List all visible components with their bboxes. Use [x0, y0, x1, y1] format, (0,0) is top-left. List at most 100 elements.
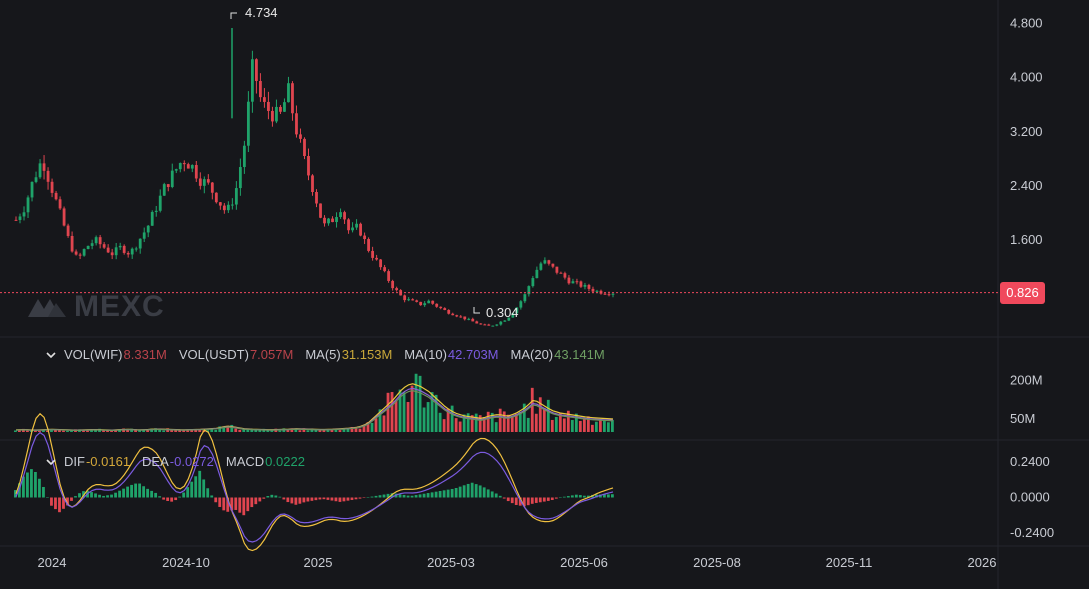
macd-histogram-bar: [406, 495, 410, 498]
candle-body: [238, 167, 242, 189]
candle-body: [523, 294, 527, 302]
candle-body: [226, 204, 230, 211]
price-y-tick: 3.200: [1010, 124, 1043, 139]
macd-histogram-bar: [42, 486, 45, 498]
candle-body: [170, 170, 174, 187]
volume-legend: VOL(WIF) 8.331M VOL(USDT) 7.057M MA(5) 31.153…: [44, 347, 617, 362]
candle-body: [222, 205, 226, 211]
macd-histogram-bar: [270, 494, 274, 498]
macd-histogram-bar: [194, 476, 198, 498]
candle-body: [423, 303, 427, 306]
macd-histogram-bar: [346, 497, 350, 501]
candle-body: [335, 217, 338, 223]
x-tick: 2025-08: [693, 555, 741, 570]
volume-bar: [186, 430, 190, 432]
low-marker: 0.304: [473, 305, 519, 320]
candle-body: [323, 217, 326, 224]
macd-histogram-bar: [210, 495, 214, 498]
macd-histogram-bar: [118, 490, 121, 498]
candle-body: [471, 318, 475, 322]
volume-bar: [606, 422, 610, 432]
macd-histogram-bar: [26, 472, 29, 498]
chevron-down-icon[interactable]: [44, 348, 58, 362]
macd-histogram-bar: [378, 495, 382, 498]
macd-legend: DIF -0.0161 DEA -0.0272 MACD 0.0222: [44, 454, 317, 469]
candle-body: [447, 310, 451, 314]
macd-histogram-bar: [186, 487, 190, 498]
candle-body: [355, 223, 358, 228]
candle-body: [411, 299, 415, 301]
candle-body: [106, 247, 110, 253]
candle-body: [26, 197, 30, 213]
macd-histogram-bar: [574, 494, 578, 498]
candle-body: [190, 165, 194, 169]
high-marker: 4.734: [230, 5, 278, 20]
macd-histogram-bar: [218, 497, 222, 507]
x-tick: 2025-11: [826, 555, 873, 570]
macd-histogram-bar: [506, 497, 510, 502]
candle-body: [371, 250, 374, 258]
x-tick: 2025: [304, 555, 333, 570]
volume-bar: [394, 400, 398, 432]
volume-bar: [422, 407, 426, 432]
candle-body: [415, 300, 419, 302]
macd-histogram-bar: [486, 489, 490, 498]
volume-bar: [86, 430, 89, 432]
macd-histogram-bar: [126, 486, 129, 498]
macd-histogram-bar: [510, 497, 514, 504]
macd-histogram-bar: [286, 497, 290, 503]
mexc-watermark: MEXC: [26, 290, 165, 324]
volume-bar: [510, 416, 514, 432]
macd-histogram-bar: [170, 497, 174, 502]
candle-body: [174, 169, 178, 171]
candle-body: [299, 134, 302, 139]
candle-body: [319, 203, 322, 218]
macd-histogram-bar: [30, 469, 33, 498]
macd-histogram-bar: [90, 492, 93, 498]
volume-bar: [306, 430, 310, 432]
macd-histogram-bar: [554, 497, 558, 499]
macd-histogram-bar: [50, 497, 53, 506]
last-price-value: 0.826: [1006, 285, 1039, 301]
candle-body: [339, 212, 342, 218]
volume-legend-value: 42.703M: [447, 347, 499, 362]
macd-histogram-bar: [258, 497, 262, 502]
volume-bar: [246, 430, 250, 432]
macd-histogram-bar: [278, 496, 282, 498]
volume-bar: [278, 430, 282, 432]
macd-histogram-bar: [314, 497, 318, 501]
volume-bar: [370, 422, 374, 432]
volume-bar: [334, 430, 338, 432]
candle-body: [202, 179, 206, 186]
candle-body: [246, 101, 250, 146]
candle-body: [303, 138, 306, 157]
macd-histogram-bar: [94, 493, 97, 498]
volume-bar: [546, 399, 550, 432]
volume-bar: [438, 412, 442, 432]
candle-body: [571, 281, 575, 284]
candle-body: [503, 320, 507, 322]
macd-histogram-bar: [338, 497, 342, 502]
macd-histogram-bar: [322, 497, 326, 500]
candle-body: [347, 219, 350, 231]
volume-bar: [238, 429, 242, 432]
candle-body: [14, 219, 18, 221]
candle-body: [150, 211, 154, 226]
macd-histogram-bar: [494, 493, 498, 498]
candle-body: [138, 238, 142, 249]
candle-body: [387, 271, 391, 281]
candle-body: [18, 216, 22, 220]
candle-body: [519, 301, 523, 308]
chevron-down-icon[interactable]: [44, 455, 58, 469]
macd-histogram-bar: [206, 488, 210, 498]
macd-histogram-bar: [374, 495, 378, 498]
volume-bar: [326, 430, 330, 432]
macd-histogram-bar: [570, 495, 574, 498]
macd-histogram-bar: [482, 487, 486, 498]
candle-body: [427, 300, 431, 304]
high-label: 4.734: [245, 5, 278, 20]
volume-bar: [582, 419, 586, 432]
macd-histogram-bar: [478, 485, 482, 498]
macd-histogram-bar: [262, 497, 266, 499]
volume-legend-value: 31.153M: [341, 347, 393, 362]
